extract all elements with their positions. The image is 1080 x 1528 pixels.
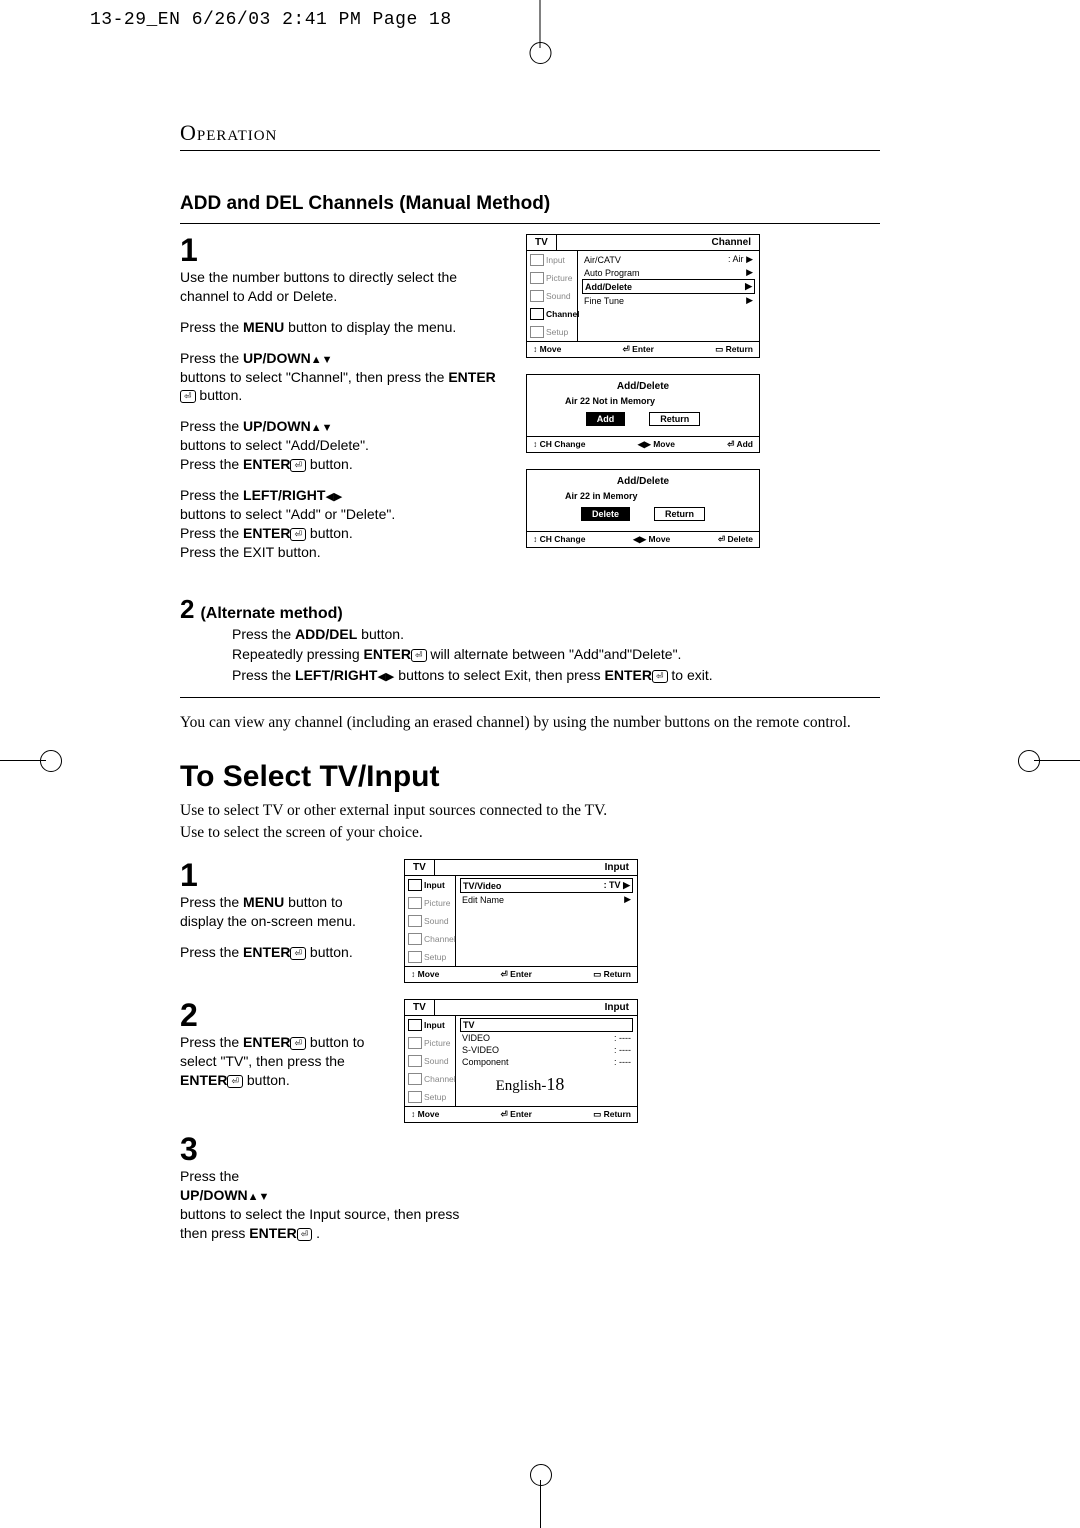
enter-icon: ⏎ bbox=[290, 1037, 306, 1050]
enter-icon: ⏎ bbox=[297, 1228, 313, 1241]
section-title: ADD and DEL Channels (Manual Method) bbox=[180, 193, 880, 215]
instruction: Press the UP/DOWN▲▼ buttons to select "C… bbox=[180, 349, 502, 406]
instruction: Press the ENTER⏎ button. bbox=[180, 943, 380, 962]
instruction: Press the LEFT/RIGHT◀▶ buttons to select… bbox=[180, 486, 502, 562]
step-number: 1 bbox=[180, 234, 502, 266]
page-footer: English-18 bbox=[180, 1074, 880, 1095]
step-number: 1 bbox=[180, 859, 380, 891]
osd-channel-menu: TV Channel Input Picture Sound Channel S… bbox=[526, 234, 760, 358]
instruction: Press the UP/DOWN▲▼ buttons to select "A… bbox=[180, 417, 502, 474]
osd-input-list: TV Input Input Picture Sound Channel Set… bbox=[404, 999, 638, 1123]
instruction: Press the LEFT/RIGHT◀▶ buttons to select… bbox=[232, 666, 880, 685]
enter-icon: ⏎ bbox=[290, 528, 306, 541]
note-text: You can view any channel (including an e… bbox=[180, 712, 880, 734]
crop-mark-top bbox=[540, 0, 541, 48]
osd-input-menu: TV Input Input Picture Sound Channel Set… bbox=[404, 859, 638, 983]
enter-icon: ⏎ bbox=[411, 649, 427, 662]
enter-icon: ⏎ bbox=[290, 459, 306, 472]
step-number: 3 bbox=[180, 1133, 880, 1165]
step-number: 2 bbox=[180, 594, 194, 625]
instruction: Press the MENU button to display the men… bbox=[180, 318, 502, 337]
section-heading: To Select TV/Input bbox=[180, 760, 880, 794]
osd-add-dialog: Add/Delete Air 22 Not in Memory Add Retu… bbox=[526, 374, 760, 453]
section-intro: Use to select the screen of your choice. bbox=[180, 822, 880, 844]
instruction: Press the UP/DOWN▲▼ buttons to select th… bbox=[180, 1167, 880, 1243]
chapter-title: Operation bbox=[180, 120, 880, 146]
crop-mark-bottom bbox=[540, 1480, 541, 1528]
enter-icon: ⏎ bbox=[180, 390, 196, 403]
section-intro: Use to select TV or other external input… bbox=[180, 800, 880, 822]
enter-icon: ⏎ bbox=[652, 670, 668, 683]
instruction: Repeatedly pressing ENTER⏎ will alternat… bbox=[232, 645, 880, 664]
print-header: 13-29_EN 6/26/03 2:41 PM Page 18 bbox=[90, 10, 452, 30]
alt-method-title: (Alternate method) bbox=[200, 605, 342, 623]
instruction: Press the MENU button to display the on-… bbox=[180, 893, 380, 931]
instruction: Press the ADD/DEL button. bbox=[232, 625, 880, 644]
instruction: Use the number buttons to directly selec… bbox=[180, 268, 502, 306]
crop-mark-left bbox=[0, 760, 46, 761]
crop-mark-right bbox=[1034, 760, 1080, 761]
side-item: Input bbox=[527, 251, 577, 269]
step-number: 2 bbox=[180, 999, 380, 1031]
osd-delete-dialog: Add/Delete Air 22 in Memory Delete Retur… bbox=[526, 469, 760, 548]
enter-icon: ⏎ bbox=[290, 947, 306, 960]
